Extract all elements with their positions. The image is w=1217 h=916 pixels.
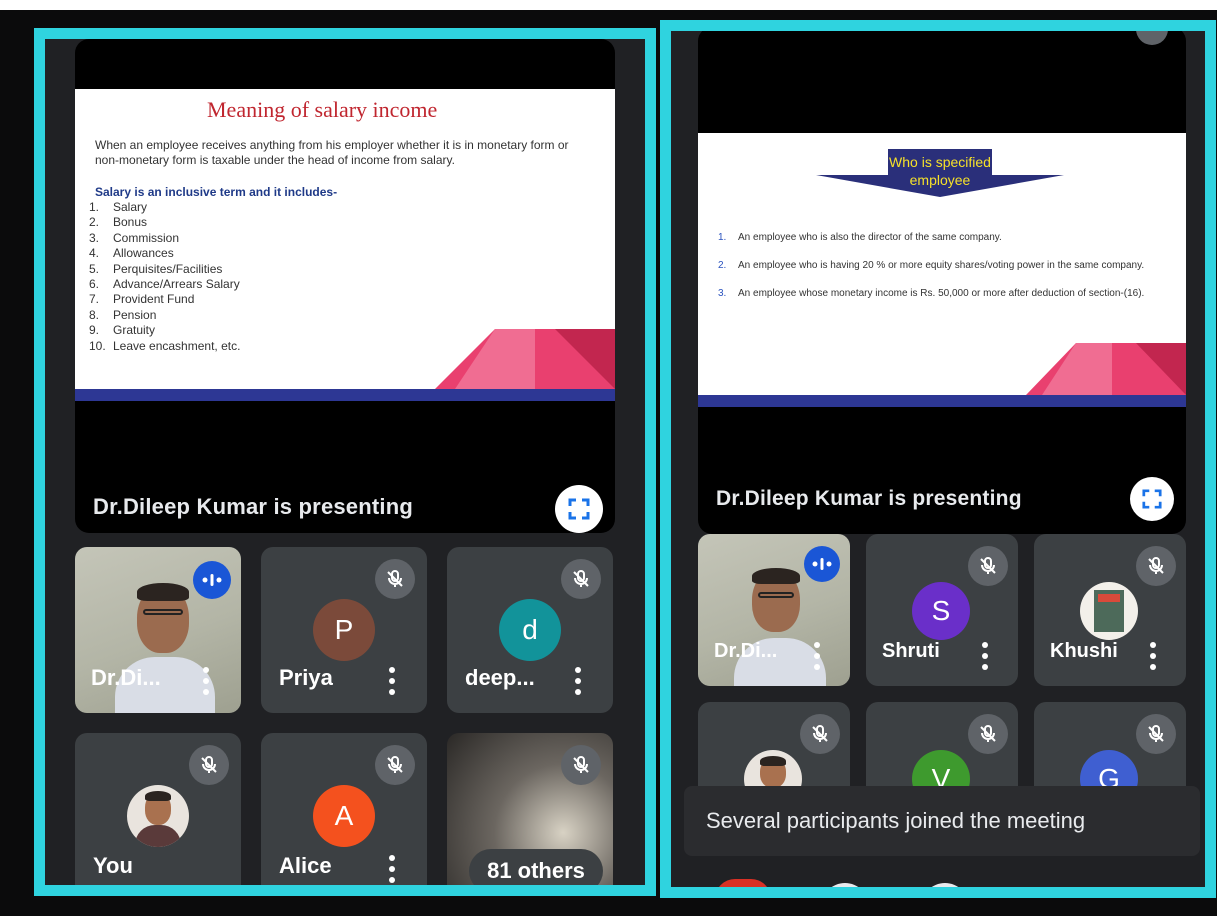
fullscreen-button[interactable]: [1130, 477, 1174, 521]
control-button[interactable]: [821, 883, 869, 887]
participant-name: Dr.Di...: [91, 665, 161, 690]
list-item: 9. Gratuity: [89, 323, 156, 338]
slide-list: 1. Salary 2. Bonus 3. Commission 4. Allowanc…: [89, 200, 240, 354]
profile-photo-avatar: [127, 785, 189, 847]
participant-tile-shruti[interactable]: S Shruti: [866, 534, 1018, 686]
slide-list: 1. An employee who is also the director o…: [718, 231, 1158, 315]
participant-tile-priya[interactable]: P Priya: [261, 547, 427, 713]
participant-name: You: [93, 853, 133, 878]
person-glasses: [758, 592, 794, 598]
list-item: 8. Pension: [89, 307, 157, 322]
audio-level-icon: [202, 574, 222, 586]
avatar: S: [912, 582, 970, 640]
list-item: 6. Advance/Arrears Salary: [89, 277, 240, 292]
fullscreen-icon: [568, 498, 590, 520]
list-item: 5. Perquisites/Facilities: [89, 261, 223, 276]
participant-tile-dileep[interactable]: Dr.Di...: [75, 547, 241, 713]
participant-name: Priya: [279, 665, 333, 690]
more-options-icon[interactable]: [201, 667, 211, 695]
participant-name: deep...: [465, 665, 535, 690]
list-item: 4. Allowances: [89, 246, 174, 261]
list-item: 10. Leave encashment, etc.: [89, 338, 241, 353]
mic-off-icon: [375, 559, 415, 599]
more-options-icon[interactable]: [387, 667, 397, 695]
mic-off-icon: [1136, 546, 1176, 586]
list-item: 7. Provident Fund: [89, 292, 195, 307]
more-options-icon[interactable]: [1148, 642, 1158, 670]
person-glasses: [143, 609, 183, 615]
list-item: 1. Salary: [89, 200, 148, 214]
list-item: 3. Commission: [89, 230, 180, 245]
presentation-stage[interactable]: Who is specified employee 1. An employee …: [698, 31, 1186, 534]
presenting-label: Dr.Dileep Kumar is presenting: [716, 487, 1022, 510]
control-button[interactable]: [921, 883, 969, 887]
mic-off-icon: [561, 745, 601, 785]
avatar: d: [499, 599, 561, 661]
slide-meaning-of-salary: Meaning of salary income When an employe…: [75, 89, 615, 401]
participant-name: Khushi: [1050, 640, 1118, 662]
fullscreen-icon: [1142, 489, 1162, 509]
participant-name: Alice: [279, 853, 332, 878]
mic-off-icon: [968, 714, 1008, 754]
fullscreen-button[interactable]: [555, 485, 603, 533]
slide-title: Meaning of salary income: [207, 97, 438, 122]
participant-name: Shruti: [882, 640, 940, 662]
left-meeting-panel: Meaning of salary income When an employe…: [34, 28, 656, 896]
mic-off-icon: [189, 745, 229, 785]
avatar: A: [313, 785, 375, 847]
presentation-stage[interactable]: Meaning of salary income When an employe…: [75, 39, 615, 533]
more-options-icon[interactable]: [812, 642, 822, 670]
participant-name: Dr.Di...: [714, 640, 778, 662]
list-item: 1. An employee who is also the director o…: [718, 232, 1002, 243]
slide-specified-employee: Who is specified employee 1. An employee …: [698, 133, 1186, 407]
list-item: 2. An employee who is having 20 % or more…: [718, 260, 1145, 271]
slide-footer-bar: [75, 389, 615, 401]
more-options-icon[interactable]: [573, 667, 583, 695]
collapsed-avatar: [1136, 31, 1168, 45]
presenting-label: Dr.Dileep Kumar is presenting: [93, 494, 413, 519]
slide-intro: When an employee receives anything from …: [95, 138, 569, 167]
participant-tile-others[interactable]: 81 others: [447, 733, 613, 885]
person-hair: [752, 568, 800, 584]
participant-tile-alice[interactable]: A Alice: [261, 733, 427, 885]
list-item: 3. An employee whose monetary income is R…: [718, 288, 1145, 299]
right-meeting-panel: Who is specified employee 1. An employee …: [660, 20, 1216, 898]
participant-tile-you[interactable]: You: [75, 733, 241, 885]
participants-joined-toast: Several participants joined the meeting: [684, 786, 1200, 856]
speaking-indicator: [804, 546, 840, 582]
slide-heading: Who is specified employee: [889, 154, 991, 188]
slide-subheading: Salary is an inclusive term and it inclu…: [95, 185, 338, 199]
participant-tile-khushi[interactable]: Khushi: [1034, 534, 1186, 686]
more-options-icon[interactable]: [980, 642, 990, 670]
others-count-pill[interactable]: 81 others: [469, 849, 603, 885]
mic-off-icon: [1136, 714, 1176, 754]
slide-footer-bar: [698, 395, 1186, 407]
list-item: 2. Bonus: [89, 215, 148, 230]
mic-off-icon: [375, 745, 415, 785]
more-options-icon[interactable]: [387, 855, 397, 883]
end-call-button[interactable]: [715, 879, 771, 887]
participant-tile-dileep[interactable]: Dr.Di...: [698, 534, 850, 686]
avatar: P: [313, 599, 375, 661]
mic-off-icon: [561, 559, 601, 599]
slide-decoration: [1026, 343, 1186, 395]
screenshot-canvas: Meaning of salary income When an employe…: [0, 0, 1217, 916]
slide-decoration: [435, 329, 615, 389]
participant-tile-deep[interactable]: d deep...: [447, 547, 613, 713]
top-strip: [0, 0, 1217, 10]
speaking-indicator: [193, 561, 231, 599]
profile-photo-avatar: [1080, 582, 1138, 640]
mic-off-icon: [800, 714, 840, 754]
audio-level-icon: [812, 558, 832, 570]
mic-off-icon: [968, 546, 1008, 586]
person-hair: [137, 583, 189, 601]
